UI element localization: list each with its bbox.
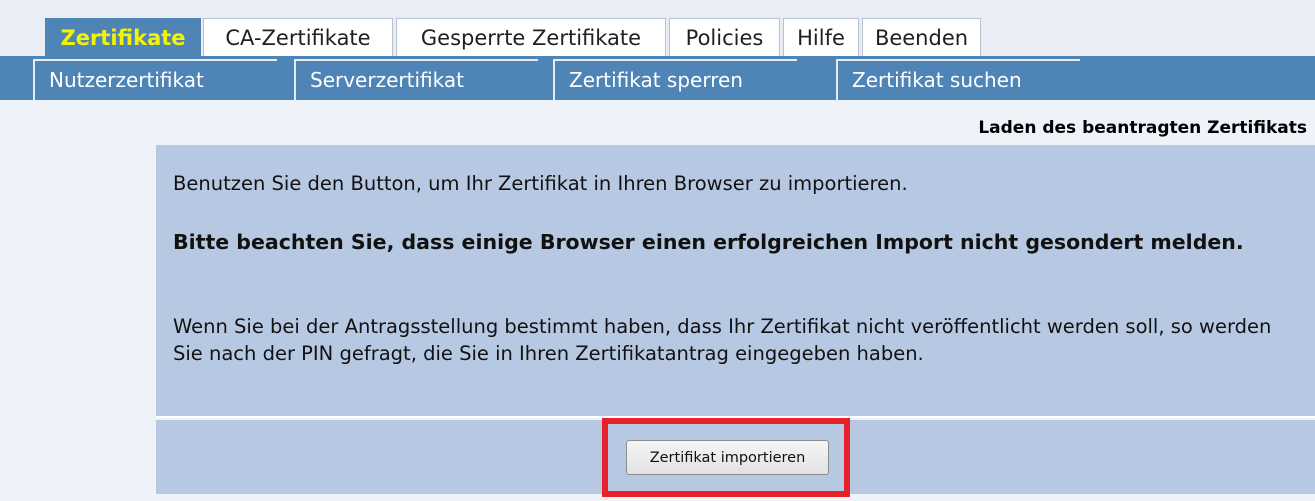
intro-text: Benutzen Sie den Button, um Ihr Zertifik… <box>173 172 908 195</box>
pin-info-text: Wenn Sie bei der Antragsstellung bestimm… <box>173 315 1272 365</box>
import-certificate-button[interactable]: Zertifikat importieren <box>626 440 829 475</box>
subtab-zertifikat-sperren[interactable]: Zertifikat sperren <box>553 59 797 100</box>
tab-gesperrte-zertifikate[interactable]: Gesperrte Zertifikate <box>396 18 666 56</box>
top-tab-bar: Zertifikate CA-Zertifikate Gesperrte Zer… <box>0 0 1315 56</box>
subtab-zertifikat-suchen[interactable]: Zertifikat suchen <box>836 59 1080 100</box>
tab-zertifikate[interactable]: Zertifikate <box>45 18 201 56</box>
sub-navigation: Nutzerzertifikat Serverzertifikat Zertif… <box>0 56 1315 100</box>
tab-beenden[interactable]: Beenden <box>862 18 981 56</box>
info-panel: Benutzen Sie den Button, um Ihr Zertifik… <box>156 145 1315 418</box>
subtab-serverzertifikat[interactable]: Serverzertifikat <box>294 59 538 100</box>
tab-hilfe[interactable]: Hilfe <box>783 18 859 56</box>
browser-notice-text: Bitte beachten Sie, dass einige Browser … <box>173 230 1244 254</box>
page-title: Laden des beantragten Zertifikats <box>978 118 1307 138</box>
tab-ca-zertifikate[interactable]: CA-Zertifikate <box>203 18 393 56</box>
subtab-nutzerzertifikat[interactable]: Nutzerzertifikat <box>33 59 277 100</box>
page: Zertifikate CA-Zertifikate Gesperrte Zer… <box>0 0 1315 501</box>
tab-policies[interactable]: Policies <box>669 18 780 56</box>
